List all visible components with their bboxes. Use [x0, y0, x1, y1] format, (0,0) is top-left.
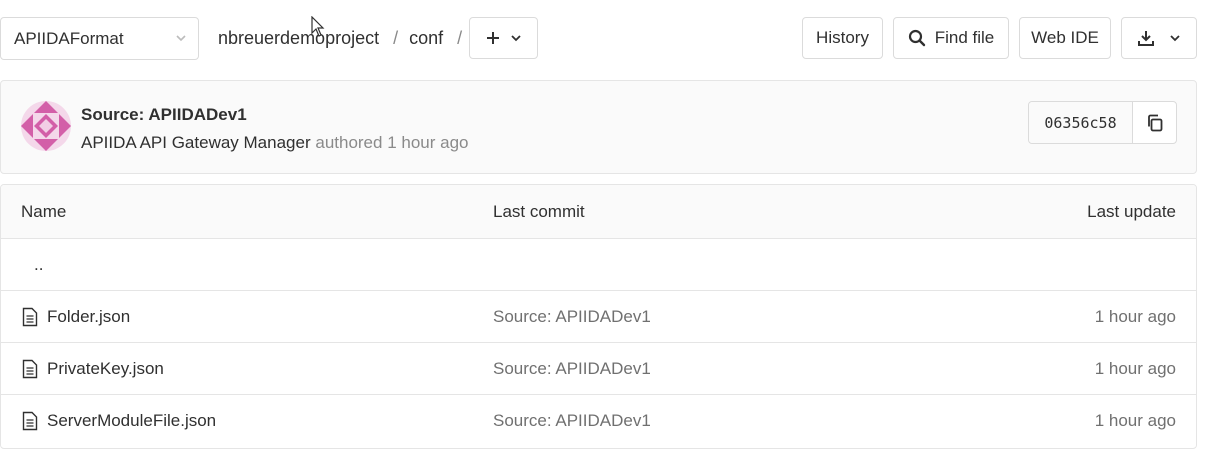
- table-header: Name Last commit Last update: [1, 185, 1196, 239]
- table-row[interactable]: PrivateKey.json Source: APIIDADev1 1 hou…: [1, 343, 1196, 395]
- file-name-cell: ServerModuleFile.json: [21, 395, 216, 447]
- find-file-button[interactable]: Find file: [893, 17, 1009, 59]
- file-commit-link[interactable]: Source: APIIDADev1: [493, 343, 651, 394]
- plus-icon: [486, 32, 499, 44]
- file-commit-link[interactable]: Source: APIIDADev1: [493, 395, 651, 447]
- column-header-last-update: Last update: [1087, 201, 1176, 221]
- branch-name: APIIDAFormat: [14, 28, 124, 48]
- table-row[interactable]: Folder.json Source: APIIDADev1 1 hour ag…: [1, 291, 1196, 343]
- file-icon: [22, 359, 38, 378]
- file-commit-link[interactable]: Source: APIIDADev1: [493, 291, 651, 342]
- breadcrumb-project-link[interactable]: nbreuerdemoproject: [218, 28, 379, 49]
- parent-directory-row[interactable]: ..: [1, 239, 1196, 291]
- file-name-cell: Folder.json: [21, 291, 130, 342]
- commit-author-link[interactable]: APIIDA API Gateway Manager: [81, 133, 311, 152]
- chevron-down-icon: [176, 35, 186, 42]
- commit-title-link[interactable]: Source: APIIDADev1: [81, 105, 247, 125]
- history-button[interactable]: History: [802, 17, 883, 59]
- file-name-link[interactable]: ServerModuleFile.json: [47, 411, 216, 431]
- table-row[interactable]: ServerModuleFile.json Source: APIIDADev1…: [1, 395, 1196, 447]
- web-ide-label: Web IDE: [1031, 28, 1099, 47]
- breadcrumb: nbreuerdemoproject / conf /: [218, 17, 473, 60]
- web-ide-button[interactable]: Web IDE: [1019, 17, 1111, 59]
- breadcrumb-folder-link[interactable]: conf: [409, 28, 443, 49]
- file-name-link[interactable]: PrivateKey.json: [47, 359, 164, 379]
- history-button-label: History: [816, 28, 869, 47]
- add-to-tree-dropdown[interactable]: [469, 17, 538, 59]
- chevron-down-icon: [510, 35, 521, 42]
- download-icon: [1138, 31, 1154, 46]
- column-header-last-commit: Last commit: [493, 201, 585, 221]
- avatar[interactable]: [21, 101, 71, 151]
- file-updated-time: 1 hour ago: [1094, 306, 1176, 326]
- file-tree-table: Name Last commit Last update .. Folder.j…: [0, 184, 1197, 449]
- commit-sha-group: 06356c58: [1028, 101, 1177, 144]
- breadcrumb-separator: /: [393, 28, 399, 48]
- file-updated-time: 1 hour ago: [1094, 411, 1176, 430]
- commit-action: authored: [315, 133, 383, 152]
- copy-sha-button[interactable]: [1133, 102, 1176, 143]
- commit-meta: APIIDA API Gateway Manager authored 1 ho…: [81, 133, 469, 153]
- breadcrumb-separator: /: [457, 28, 463, 48]
- file-icon: [22, 307, 38, 326]
- parent-directory-link[interactable]: ..: [34, 239, 43, 290]
- copy-icon: [1147, 114, 1162, 131]
- mouse-cursor-icon: [311, 16, 325, 37]
- file-name-cell: PrivateKey.json: [21, 343, 164, 394]
- download-dropdown[interactable]: [1121, 17, 1197, 59]
- find-file-label: Find file: [934, 28, 995, 47]
- file-icon: [22, 411, 38, 431]
- search-icon: [908, 29, 925, 47]
- chevron-down-icon: [1170, 35, 1180, 42]
- branch-selector[interactable]: APIIDAFormat: [0, 17, 199, 60]
- commit-sha-button[interactable]: 06356c58: [1029, 102, 1133, 143]
- file-name-link[interactable]: Folder.json: [47, 307, 130, 327]
- column-header-name: Name: [21, 201, 67, 221]
- commit-time: 1 hour ago: [387, 133, 469, 152]
- file-updated-time: 1 hour ago: [1094, 358, 1176, 378]
- last-commit-panel: Source: APIIDADev1 APIIDA API Gateway Ma…: [0, 80, 1197, 174]
- repository-toolbar: APIIDAFormat nbreuerdemoproject / conf /…: [0, 0, 1212, 80]
